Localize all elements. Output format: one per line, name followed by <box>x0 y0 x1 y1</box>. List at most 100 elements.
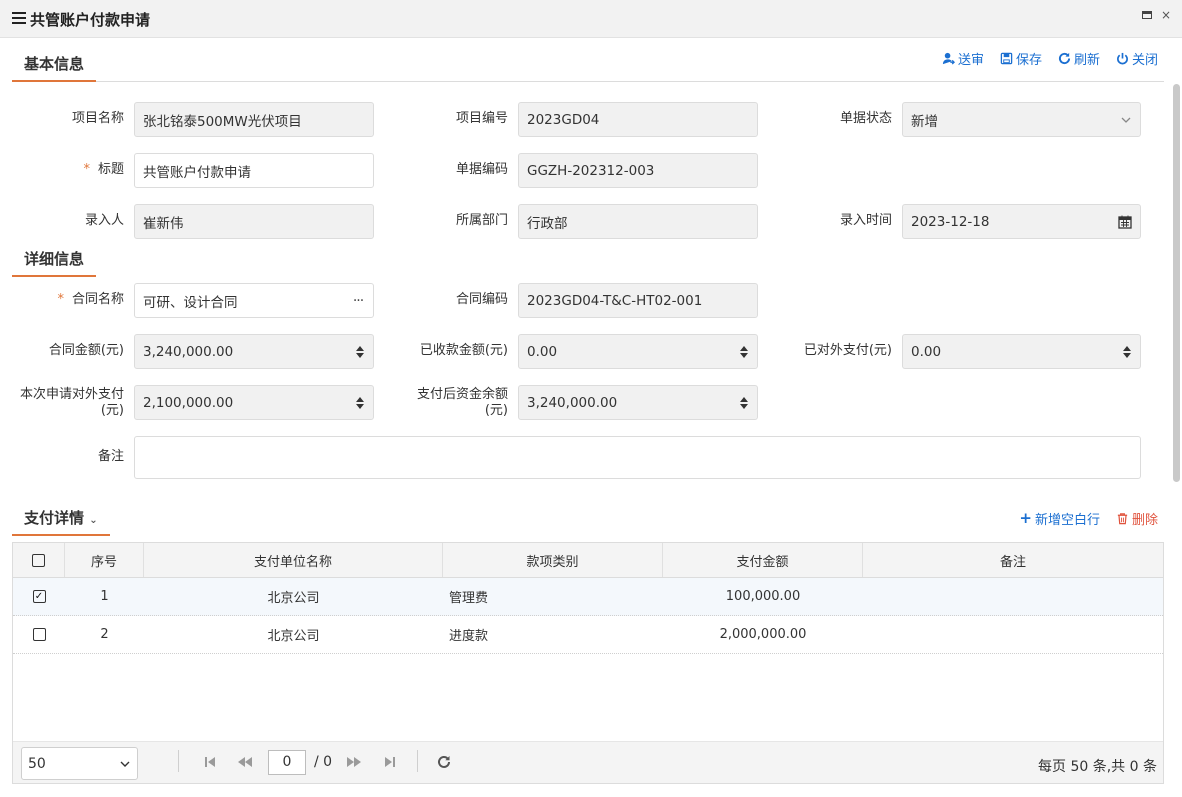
remaining-amount-field[interactable]: 3,240,000.00 <box>518 385 758 420</box>
chevron-down-icon <box>1121 117 1131 123</box>
more-icon[interactable]: ··· <box>351 293 365 309</box>
first-page-icon[interactable] <box>202 753 218 771</box>
page-number-input[interactable]: 0 <box>268 750 306 775</box>
row-unit[interactable]: 北京公司 <box>144 616 443 653</box>
submit-label: 送审 <box>957 53 984 68</box>
required-mark: * <box>83 162 90 177</box>
vertical-scrollbar[interactable] <box>1173 84 1180 482</box>
row-no: 2 <box>100 627 109 642</box>
table-row[interactable]: 2 北京公司 进度款 2,000,000.00 <box>13 616 1163 654</box>
received-amount-field[interactable]: 0.00 <box>518 334 758 369</box>
row-unit[interactable]: 北京公司 <box>144 578 443 615</box>
close-window-icon[interactable]: × <box>1161 8 1171 22</box>
power-icon <box>1117 52 1128 65</box>
apply-amount-field[interactable]: 2,100,000.00 <box>134 385 374 420</box>
payment-grid: 序号 支付单位名称 款项类别 支付金额 备注 ✓ 1 北京公司 管理费 100,… <box>12 542 1164 784</box>
submit-button[interactable]: 送审 <box>942 49 984 68</box>
payment-toolbar: + 新增空白行 删除 <box>1019 509 1158 529</box>
row-no: 1 <box>100 589 109 604</box>
remaining-amount-label: 支付后资金余额 (元) <box>416 387 508 418</box>
chevron-down-icon <box>120 761 130 767</box>
contract-amount-field[interactable]: 3,240,000.00 <box>134 334 374 369</box>
section-detail-title: 详细信息 <box>12 248 97 277</box>
window-title: 共管账户付款申请 <box>30 11 151 29</box>
table-row[interactable]: ✓ 1 北京公司 管理费 100,000.00 <box>13 578 1163 616</box>
trash-icon <box>1117 513 1128 525</box>
refresh-icon[interactable] <box>436 753 452 771</box>
col-unit[interactable]: 支付单位名称 <box>144 543 443 577</box>
window-titlebar: 共管账户付款申请 × <box>0 0 1182 38</box>
user-send-icon <box>942 52 955 65</box>
menu-icon[interactable] <box>12 12 26 25</box>
maximize-icon[interactable] <box>1142 11 1152 19</box>
contract-name-label: * 合同名称 <box>57 292 124 307</box>
entered-time-label: 录入时间 <box>839 213 892 228</box>
doc-status-label: 单据状态 <box>839 111 892 126</box>
col-amount[interactable]: 支付金额 <box>663 543 863 577</box>
pager-info: 每页 50 条,共 0 条 <box>1038 759 1157 775</box>
required-mark: * <box>57 292 64 307</box>
doc-code-field[interactable]: GGZH-202312-003 <box>518 153 758 188</box>
department-field[interactable]: 行政部 <box>518 204 758 239</box>
row-remark[interactable] <box>863 578 1163 615</box>
prev-page-icon[interactable] <box>237 753 253 771</box>
refresh-button[interactable]: 刷新 <box>1058 49 1100 68</box>
section-basic-title: 基本信息 <box>12 53 97 82</box>
save-label: 保存 <box>1015 53 1042 68</box>
select-all-checkbox-cell[interactable] <box>13 543 65 577</box>
title-input[interactable]: 共管账户付款申请 <box>134 153 374 188</box>
paid-external-label: 已对外支付(元) <box>803 343 892 358</box>
contract-amount-label: 合同金额(元) <box>48 343 124 358</box>
doc-status-select[interactable]: 新增 <box>902 102 1141 137</box>
page-size-select[interactable]: 50 <box>21 747 138 780</box>
spinner-icon[interactable] <box>355 345 365 359</box>
close-label: 关闭 <box>1131 53 1158 68</box>
col-category[interactable]: 款项类别 <box>443 543 663 577</box>
paid-external-field[interactable]: 0.00 <box>902 334 1141 369</box>
spinner-icon[interactable] <box>355 396 365 410</box>
col-no[interactable]: 序号 <box>65 543 144 577</box>
department-label: 所属部门 <box>455 213 508 228</box>
row-checkbox[interactable]: ✓ <box>32 590 46 603</box>
section-basic-header: 基本信息 送审 保存 刷新 关闭 <box>12 50 1164 82</box>
save-button[interactable]: 保存 <box>1000 49 1042 68</box>
col-remark[interactable]: 备注 <box>863 543 1163 577</box>
section-payment-header: 支付详情 ⌄ + 新增空白行 删除 <box>12 502 1164 536</box>
pager-separator <box>178 750 179 772</box>
refresh-icon <box>1058 52 1071 65</box>
entered-by-label: 录入人 <box>84 213 124 228</box>
row-remark[interactable] <box>863 616 1163 653</box>
project-code-label: 项目编号 <box>455 111 508 126</box>
row-checkbox[interactable] <box>32 628 46 641</box>
grid-header: 序号 支付单位名称 款项类别 支付金额 备注 <box>13 543 1163 578</box>
title-label: * 标题 <box>83 162 124 177</box>
pager: 50 0 / 0 每页 50 条,共 0 条 <box>13 741 1163 783</box>
remark-textarea[interactable] <box>134 436 1141 479</box>
entered-by-field[interactable]: 崔新伟 <box>134 204 374 239</box>
section-payment-title[interactable]: 支付详情 ⌄ <box>12 507 110 536</box>
contract-code-field[interactable]: 2023GD04-T&C-HT02-001 <box>518 283 758 318</box>
entered-time-field[interactable]: 2023-12-18 <box>902 204 1141 239</box>
select-all-checkbox[interactable] <box>32 553 45 567</box>
project-name-field[interactable]: 张北铭泰500MW光伏项目 <box>134 102 374 137</box>
add-row-button[interactable]: + 新增空白行 <box>1019 509 1100 529</box>
contract-code-label: 合同编码 <box>455 292 508 307</box>
contract-name-input[interactable]: 可研、设计合同 ··· <box>134 283 374 318</box>
next-page-icon[interactable] <box>346 753 362 771</box>
spinner-icon[interactable] <box>1122 345 1132 359</box>
doc-code-label: 单据编码 <box>455 162 508 177</box>
row-amount[interactable]: 2,000,000.00 <box>663 616 863 653</box>
close-button[interactable]: 关闭 <box>1116 49 1158 68</box>
section-detail-header: 详细信息 <box>12 243 1164 277</box>
last-page-icon[interactable] <box>382 753 398 771</box>
spinner-icon[interactable] <box>739 396 749 410</box>
project-name-label: 项目名称 <box>71 111 124 126</box>
project-code-field[interactable]: 2023GD04 <box>518 102 758 137</box>
delete-button[interactable]: 删除 <box>1116 509 1158 528</box>
spinner-icon[interactable] <box>739 345 749 359</box>
row-category[interactable]: 进度款 <box>449 616 663 653</box>
calendar-icon[interactable] <box>1118 215 1132 229</box>
row-amount[interactable]: 100,000.00 <box>663 578 863 615</box>
row-category[interactable]: 管理费 <box>449 578 663 615</box>
double-chevron-down-icon[interactable]: ⌄ <box>89 515 97 526</box>
